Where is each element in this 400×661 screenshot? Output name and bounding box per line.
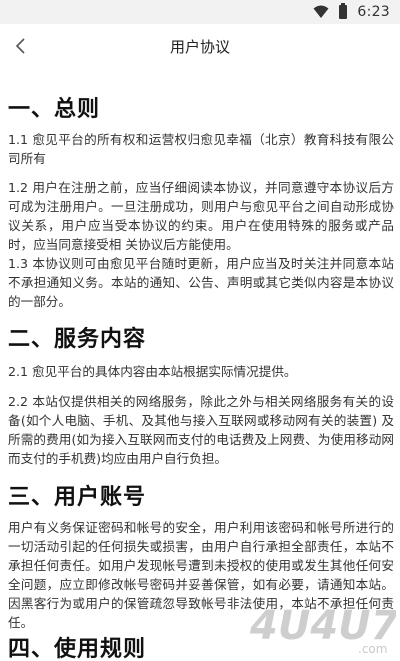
wifi-icon bbox=[313, 5, 329, 18]
paragraph: 1.3 本协议则可由愈见平台随时更新，用户应当及时关注并同意本站不承担通知义务。… bbox=[8, 256, 394, 309]
status-time: 6:23 bbox=[357, 4, 390, 20]
page-title: 用户协议 bbox=[169, 38, 230, 56]
section-heading: 三、用户账号 bbox=[8, 485, 147, 510]
agreement-content[interactable]: 一、总则 1.1 愈见平台的所有权和运营权归愈见幸福（北京）教育科技有限公司所有… bbox=[0, 68, 400, 661]
paragraph: 1.1 愈见平台的所有权和运营权归愈见幸福（北京）教育科技有限公司所有 bbox=[8, 132, 394, 166]
status-icons: 6:23 bbox=[313, 3, 390, 21]
battery-icon bbox=[339, 3, 348, 19]
section-heading: 二、服务内容 bbox=[8, 327, 147, 352]
title-bar: 用户协议 bbox=[0, 24, 400, 68]
status-bar: 6:23 bbox=[0, 0, 400, 24]
paragraph: 用户有义务保证密码和帐号的安全，用户利用该密码和帐号所进行的一切活动引起的任何损… bbox=[8, 520, 394, 630]
paragraph: 2.1 愈见平台的具体内容由本站根据实际情况提供。 bbox=[8, 364, 297, 379]
paragraph: 1.2 用户在注册之前，应当仔细阅读本协议，并同意遵守本协议后方可成为注册用户。… bbox=[8, 180, 394, 252]
section-heading: 一、总则 bbox=[8, 97, 101, 122]
paragraph: 2.2 本站仅提供相关的网络服务，除此之外与相关网络服务有关的设备(如个人电脑、… bbox=[8, 394, 394, 466]
section-heading: 四、使用规则 bbox=[8, 637, 147, 661]
